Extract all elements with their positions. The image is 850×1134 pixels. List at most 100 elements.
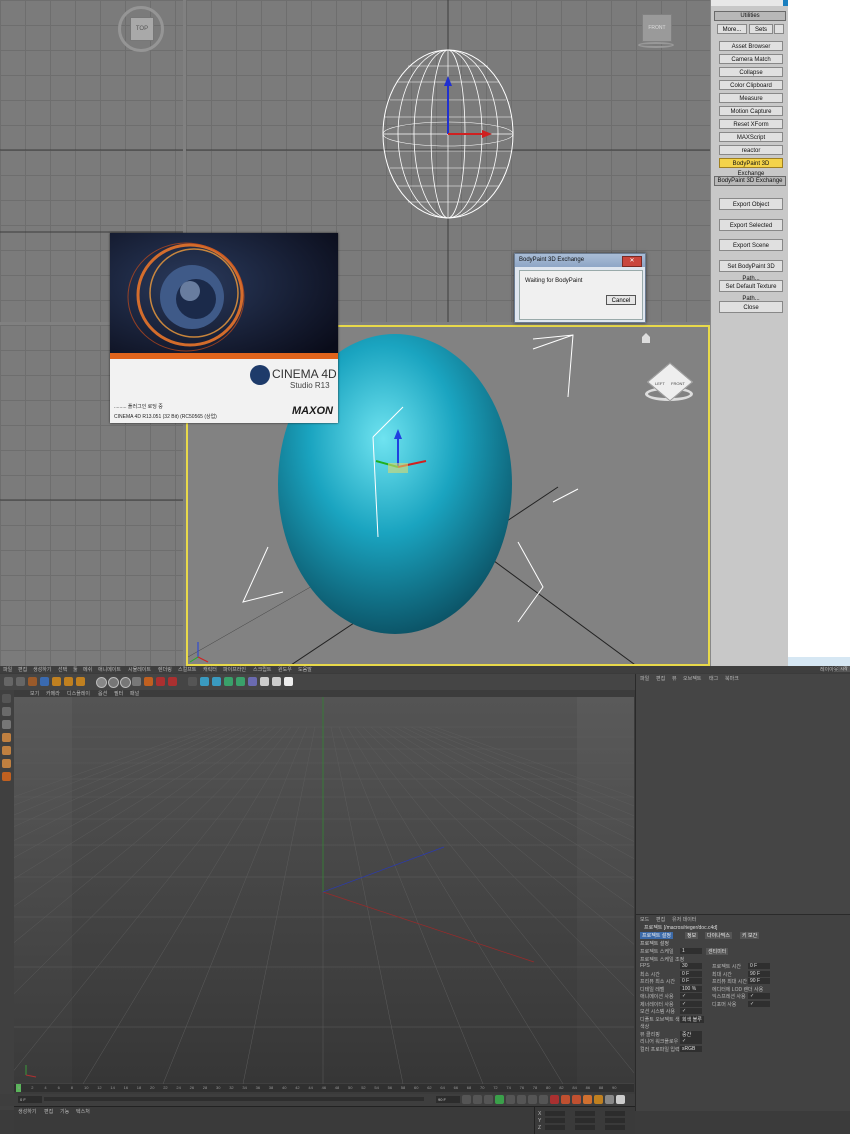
utility-button[interactable]: reactor <box>719 145 783 155</box>
menu-item[interactable]: 스컬프트 <box>178 666 196 673</box>
material-menu-item[interactable]: 기능 <box>60 1108 69 1115</box>
coordinate-field[interactable] <box>545 1118 565 1123</box>
attribute-value[interactable]: 0 F <box>680 978 702 984</box>
toolbar-tool-icon[interactable] <box>28 677 37 686</box>
attribute-menu-item[interactable]: 모드 <box>640 916 649 923</box>
toolbar-tool-icon[interactable] <box>224 677 233 686</box>
menu-item[interactable]: 시뮬레이트 <box>128 666 151 673</box>
exchange-button[interactable]: Close <box>719 300 783 313</box>
toolbar-tool-icon[interactable] <box>260 677 269 686</box>
viewcube-front-face[interactable]: FRONT <box>642 14 672 42</box>
material-menu-item[interactable]: 텍스처 <box>76 1108 90 1115</box>
transport-button[interactable] <box>616 1095 625 1104</box>
layout-dropdown[interactable]: 시작 <box>838 666 850 672</box>
toolbar-tool-icon[interactable] <box>16 677 25 686</box>
exchange-button[interactable]: Export Scene <box>719 239 783 251</box>
configure-sets-icon[interactable] <box>774 24 784 34</box>
menu-item[interactable]: 도움말 <box>298 666 312 673</box>
attribute-unit[interactable]: 센티미터 <box>706 948 729 955</box>
menu-item[interactable]: 선택 <box>58 666 67 673</box>
transport-button[interactable] <box>539 1095 548 1104</box>
toolbar-tool-icon[interactable] <box>248 677 257 686</box>
palette-tool-icon[interactable] <box>2 707 11 716</box>
menu-item[interactable]: 애니메이트 <box>98 666 121 673</box>
toolbar-tool-icon[interactable] <box>4 677 13 686</box>
panel-tabs[interactable] <box>711 0 788 6</box>
object-manager-menu-item[interactable]: 편집 <box>656 675 665 682</box>
attribute-menu-item[interactable]: 편집 <box>656 916 665 923</box>
palette-tool-icon[interactable] <box>2 694 11 703</box>
toolbar-tool-icon[interactable] <box>212 677 221 686</box>
attribute-value[interactable]: 중간 <box>680 1030 702 1038</box>
viewport-menu-item[interactable]: 보기 <box>30 690 39 697</box>
toolbar-tool-icon[interactable] <box>64 677 73 686</box>
toolbar-tool-icon[interactable] <box>52 677 61 686</box>
coordinate-field[interactable] <box>605 1125 625 1130</box>
viewcube[interactable]: LEFT FRONT <box>643 362 695 415</box>
coordinate-field[interactable] <box>575 1125 595 1130</box>
attribute-tab[interactable]: 다이나믹스 <box>705 932 733 939</box>
time-slider[interactable] <box>44 1097 424 1101</box>
toolbar-tool-icon[interactable] <box>40 677 49 686</box>
attribute-menu-item[interactable]: 유저 데이터 <box>672 916 696 923</box>
transport-button[interactable] <box>594 1095 603 1104</box>
transport-button[interactable] <box>572 1095 581 1104</box>
toolbar-tool-icon[interactable] <box>132 677 141 686</box>
material-manager[interactable]: 생성하기 편집 기능 텍스처 <box>14 1106 534 1134</box>
exchange-button[interactable]: Export Selected <box>719 218 783 231</box>
viewport-menu-item[interactable]: 옵션 <box>98 690 107 697</box>
transport-button[interactable] <box>495 1095 504 1104</box>
palette-tool-icon[interactable] <box>2 733 11 742</box>
object-manager-menu-item[interactable]: 북마크 <box>725 675 739 682</box>
material-menu-item[interactable]: 생성하기 <box>18 1108 36 1115</box>
time-start-field[interactable]: 0 F <box>18 1096 42 1103</box>
object-manager[interactable]: 파일 편집 뷰 오브젝트 태그 북마크 <box>635 674 850 914</box>
time-end-field[interactable]: 90 F <box>436 1096 460 1103</box>
viewport-menu-item[interactable]: 카메라 <box>46 690 60 697</box>
coordinate-field[interactable] <box>545 1125 565 1130</box>
palette-tool-icon[interactable] <box>2 772 11 781</box>
viewcube-top-face[interactable]: TOP <box>130 17 154 41</box>
dialog-close-icon[interactable]: ✕ <box>622 256 642 267</box>
toolbar-tool-icon[interactable] <box>108 677 119 688</box>
toolbar-tool-icon[interactable] <box>284 677 293 686</box>
toolbar-tool-icon[interactable] <box>236 677 245 686</box>
menu-item[interactable]: 툴 <box>73 666 78 673</box>
toolbar-tool-icon[interactable] <box>120 677 131 688</box>
attribute-value[interactable]: ✓ <box>680 1038 702 1044</box>
attribute-value[interactable]: ✓ <box>680 993 702 999</box>
utility-button[interactable]: Measure <box>719 93 783 103</box>
attribute-tab[interactable]: 프로젝트 설정 <box>640 932 673 939</box>
menu-item[interactable]: 파일 <box>3 666 12 673</box>
menu-item[interactable]: 생성하기 <box>33 666 51 673</box>
object-manager-menu-item[interactable]: 태그 <box>709 675 718 682</box>
coordinate-field[interactable] <box>545 1111 565 1116</box>
attribute-tab[interactable]: 키 보간 <box>740 932 760 939</box>
utility-button[interactable]: Reset XForm <box>719 119 783 129</box>
toolbar-tool-icon[interactable] <box>272 677 281 686</box>
transport-button[interactable] <box>605 1095 614 1104</box>
menu-item[interactable]: 스크립트 <box>253 666 271 673</box>
attribute-value-2[interactable]: 90 F <box>748 978 770 984</box>
menu-item[interactable]: 편집 <box>18 666 27 673</box>
transport-button[interactable] <box>528 1095 537 1104</box>
toolbar-tool-icon[interactable] <box>76 677 85 686</box>
attribute-value[interactable]: 회색 블루 <box>680 1015 704 1023</box>
attribute-value[interactable]: ✓ <box>680 1008 702 1014</box>
utility-button[interactable]: Collapse <box>719 67 783 77</box>
transport-button[interactable] <box>473 1095 482 1104</box>
palette-tool-icon[interactable] <box>2 759 11 768</box>
transport-button[interactable] <box>484 1095 493 1104</box>
palette-tool-icon[interactable] <box>2 720 11 729</box>
utilities-rollout-title[interactable]: Utilities <box>714 11 786 21</box>
attribute-value[interactable]: sRGB <box>680 1045 702 1052</box>
sets-button[interactable]: Sets <box>749 24 773 34</box>
viewport-menu-item[interactable]: 필터 <box>114 690 123 697</box>
utility-button[interactable]: MAXScript <box>719 132 783 142</box>
menu-item[interactable]: 캐릭터 <box>203 666 217 673</box>
utility-button[interactable]: Motion Capture <box>719 106 783 116</box>
menu-item[interactable]: 윈도우 <box>278 666 292 673</box>
attribute-value-2[interactable]: 0 F <box>748 963 770 969</box>
toolbar-tool-icon[interactable] <box>168 677 177 686</box>
material-menu-item[interactable]: 편집 <box>44 1108 53 1115</box>
